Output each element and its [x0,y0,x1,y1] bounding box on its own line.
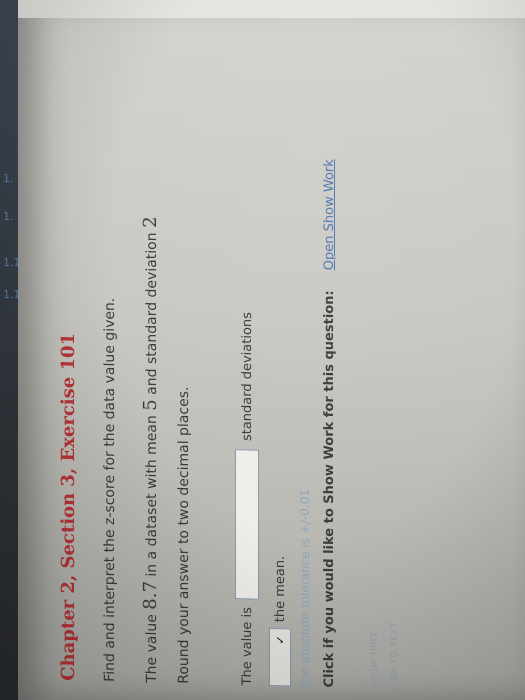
answer-row: The value is standard deviations [232,312,262,686]
left-sidebar-strip: 1. 1. 1.1 1.1 [0,0,21,700]
chevron-down-icon: ✓ [273,635,287,645]
question-panel: Chapter 2, Section 3, Exercise 101 Find … [40,20,525,693]
answer-prefix: The value is [239,606,255,686]
show-hint-link[interactable]: SHOW HINT [370,631,380,689]
browser-content-area: Chapter 2, Section 3, Exercise 101 Find … [18,0,525,700]
answer-input[interactable] [235,448,259,600]
comparison-text: the mean. [272,555,288,623]
page-top-band [18,0,525,18]
sidebar-mark: 1. [3,172,14,185]
question-text: in a dataset with mean [144,410,160,582]
question-statement: The value 8.7 in a dataset with mean 5 a… [140,216,161,683]
comparison-select[interactable]: ✓ [269,627,291,687]
show-work-prompt: Click if you would like to Show Work for… [322,290,337,688]
photo-background: 1. 1. 1.1 1.1 Chapter 2, Section 3, Exer… [0,0,525,700]
answer-suffix: standard deviations [239,311,255,442]
question-instruction: Find and interpret the z-score for the d… [102,297,118,683]
comparison-row: ✓ the mean. [266,555,294,687]
question-text: and standard deviation [144,227,160,400]
sidebar-mark: 1. [3,210,14,223]
open-show-work-link[interactable]: Open Show Work [322,159,337,270]
tolerance-note: the absolute tolerance is +/-0.01 [298,488,312,688]
question-text: The value [144,609,160,684]
link-to-text-link[interactable]: LINK TO TEXT [390,622,400,690]
sd-value: 2 [140,216,161,229]
show-work-row: Click if you would like to Show Work for… [322,159,337,688]
data-value: 8.7 [140,580,161,610]
mean-value: 5 [140,398,161,411]
rounding-instruction: Round your answer to two decimal places. [176,386,192,684]
exercise-title: Chapter 2, Section 3, Exercise 101 [58,332,79,682]
